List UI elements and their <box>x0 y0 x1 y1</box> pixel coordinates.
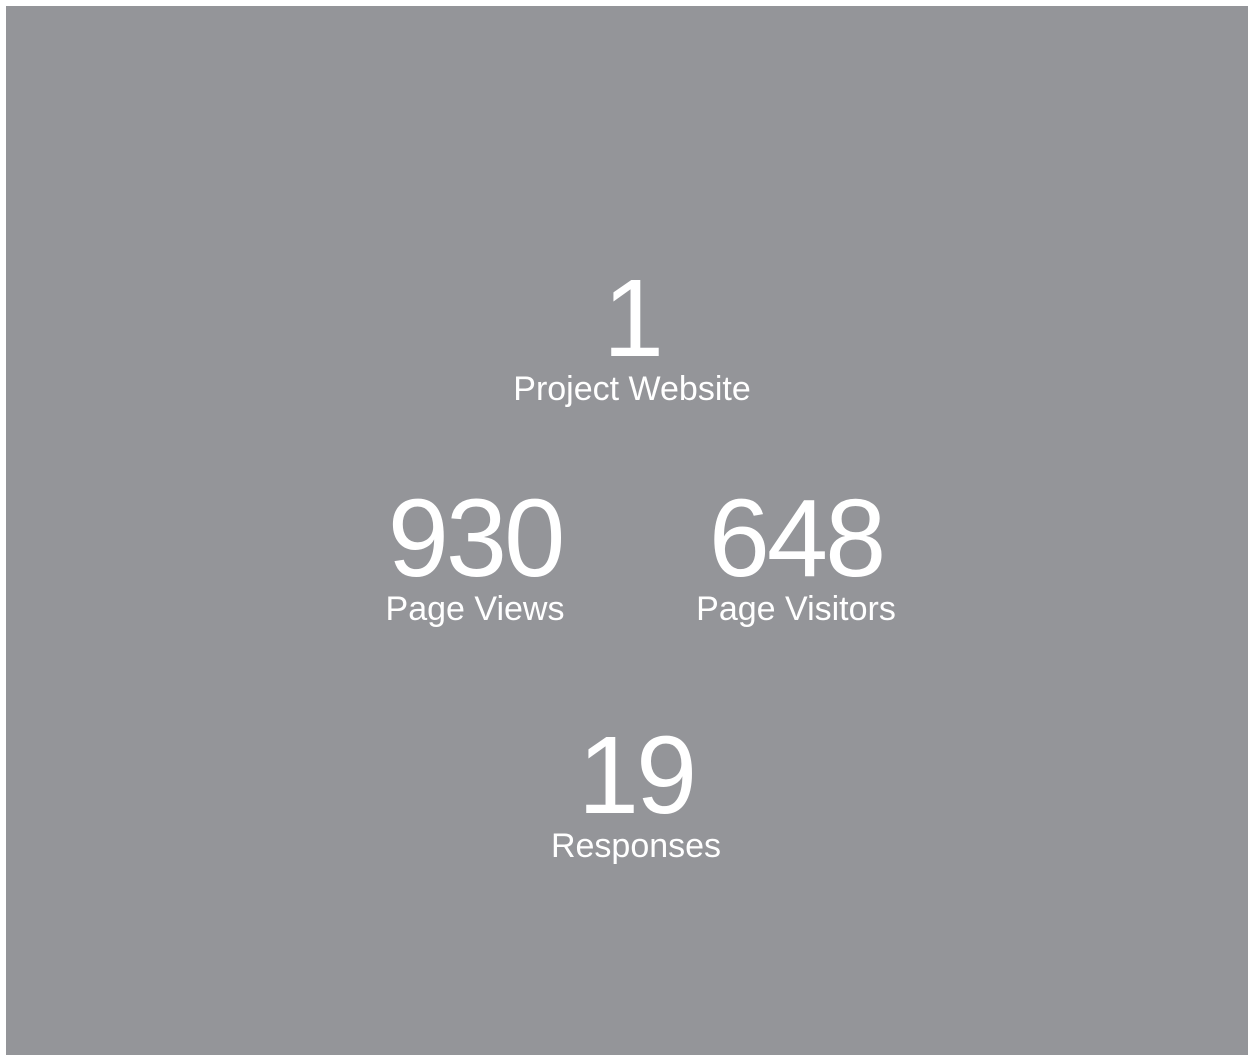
stat-label: Page Visitors <box>696 590 896 628</box>
stat-value: 930 <box>387 477 566 600</box>
stat-value: 1 <box>602 257 664 380</box>
stat-label: Project Website <box>513 370 751 408</box>
stat-project-website: 1 Project Website <box>513 257 751 409</box>
stats-panel: 1 Project Website 930 Page Views 648 Pag… <box>6 6 1248 1055</box>
stat-value: 648 <box>708 477 887 600</box>
stat-page-visitors: 648 Page Visitors <box>696 477 896 629</box>
stat-label: Responses <box>550 827 722 865</box>
stat-responses: 19 Responses <box>550 714 722 866</box>
stat-page-views: 930 Page Views <box>385 477 566 629</box>
stat-label: Page Views <box>385 590 565 628</box>
stat-value: 19 <box>577 714 697 837</box>
